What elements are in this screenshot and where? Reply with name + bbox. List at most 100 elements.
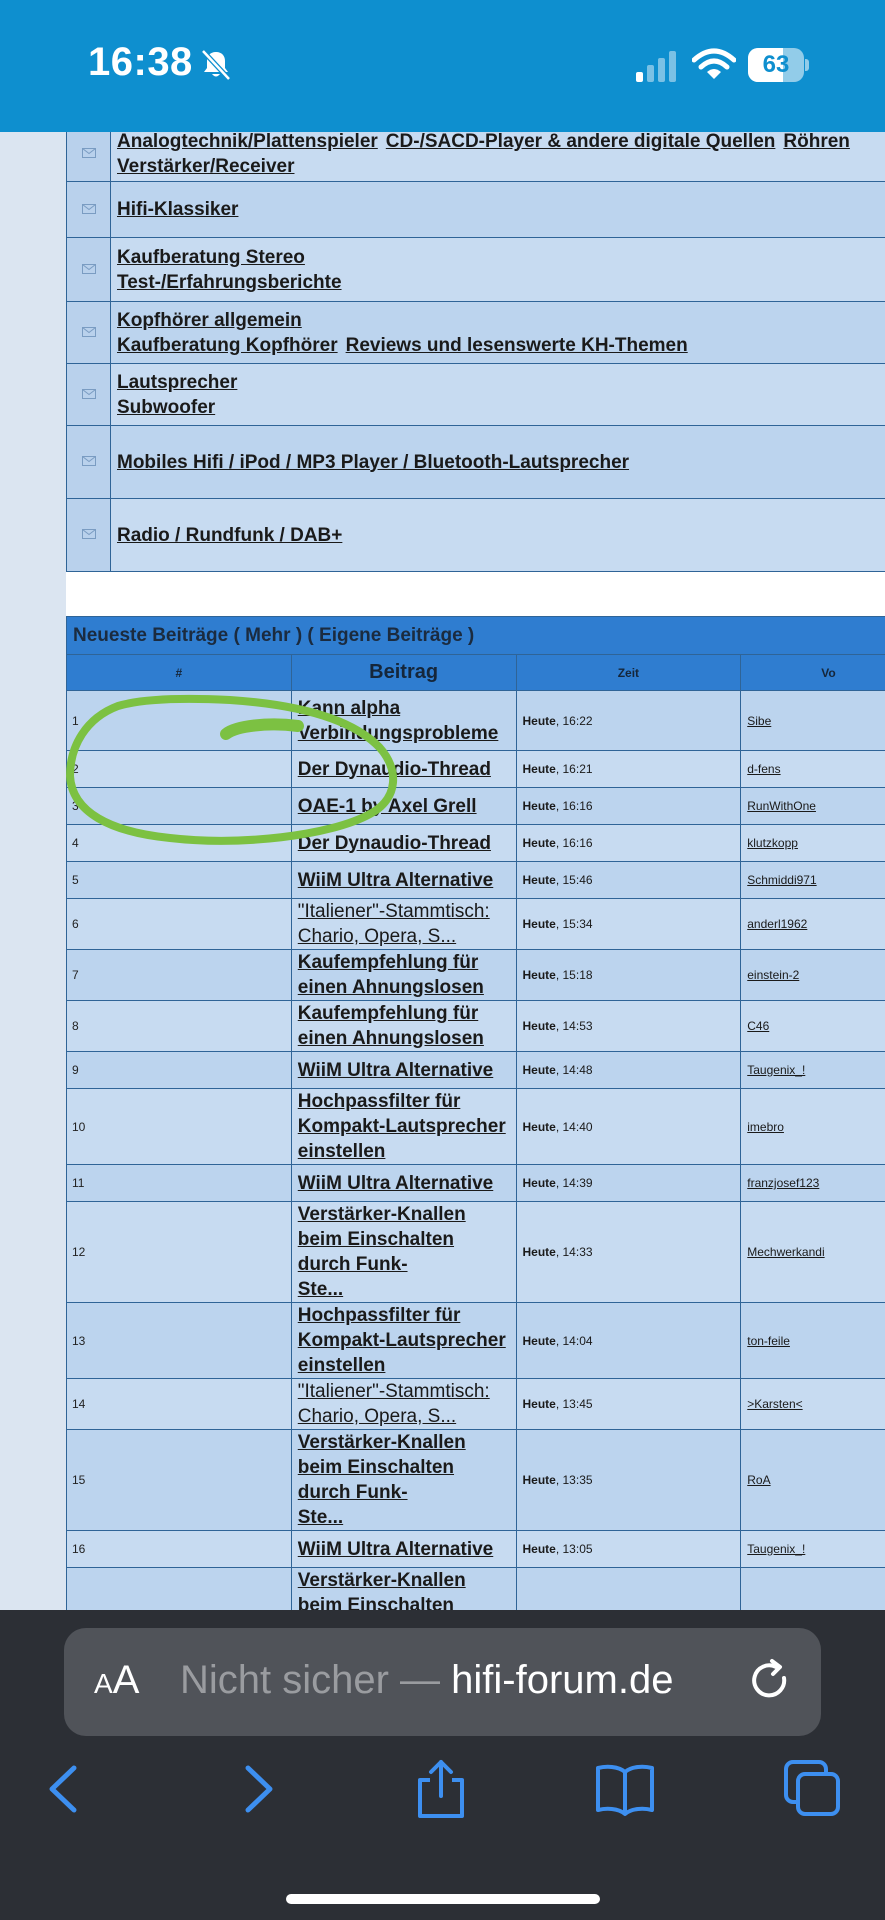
more-link[interactable]: Mehr <box>245 625 290 646</box>
own-posts-link[interactable]: Eigene Beiträge <box>319 625 463 646</box>
post-row: 14 "Italiener"-Stammtisch: Chario, Opera,… <box>66 1378 885 1430</box>
forum-link[interactable]: Mobiles Hifi / iPod / MP3 Player / Bluet… <box>117 452 629 473</box>
post-number: 17 <box>66 1567 292 1610</box>
forum-link[interactable]: Radio / Rundfunk / DAB+ <box>117 525 342 546</box>
latest-posts-table: Neueste Beiträge ( Mehr ) ( Eigene Beitr… <box>66 616 885 1610</box>
post-title-link[interactable]: Verstärker-Knallen beim Einschalten durc… <box>298 1570 466 1610</box>
column-header-post: Beitrag <box>290 654 517 691</box>
signal-icon <box>636 51 676 82</box>
forum-link[interactable]: Hifi-Klassiker <box>117 199 238 220</box>
post-title-link[interactable]: einstellen <box>298 1355 386 1376</box>
author-link[interactable]: Taugenix_! <box>747 1063 805 1077</box>
post-title-link[interactable]: Kann alpha Verbindungsprobleme <box>298 698 499 744</box>
author-link[interactable]: ton-feile <box>747 1334 790 1348</box>
post-number: 11 <box>66 1164 292 1202</box>
forum-link[interactable]: CD-/SACD-Player & andere digitale Quelle… <box>386 132 776 152</box>
web-content[interactable]: Analogtechnik/Plattenspieler CD-/SACD-Pla… <box>66 132 885 1610</box>
author-link[interactable]: d-fens <box>747 762 780 776</box>
author-link[interactable]: C46 <box>747 1019 769 1033</box>
post-number: 9 <box>66 1051 292 1089</box>
author-link[interactable]: einstein-2 <box>747 968 799 982</box>
post-number: 13 <box>66 1302 292 1379</box>
post-author: klutzkopp <box>740 824 885 862</box>
post-title-link[interactable]: WiiM Ultra Alternative <box>298 1060 494 1081</box>
reload-icon[interactable] <box>748 1658 794 1704</box>
bookmarks-icon[interactable] <box>594 1758 656 1820</box>
post-title-link[interactable]: OAE-1 by Axel Grell <box>298 796 477 817</box>
author-link[interactable]: >Karsten< <box>747 1397 802 1411</box>
author-link[interactable]: klutzkopp <box>747 836 798 850</box>
post-title-link[interactable]: Verstärker-Knallen beim Einschalten durc… <box>298 1204 466 1275</box>
post-time: Heute, 13:35 <box>515 1429 742 1531</box>
post-title-link[interactable]: "Italiener"-Stammtisch: Chario, Opera, S… <box>298 1381 490 1427</box>
share-icon[interactable] <box>410 1758 472 1820</box>
post-row: 8 Kaufempfehlung für einen Ahnungslosen He… <box>66 1000 885 1052</box>
address-bar[interactable]: AA Nicht sicher — hifi-forum.de <box>64 1628 821 1736</box>
forum-link[interactable]: Kaufberatung Stereo <box>117 247 305 268</box>
reader-text-size-button[interactable]: AA <box>94 1658 139 1703</box>
author-link[interactable]: RunWithOne <box>747 799 816 813</box>
post-number: 1 <box>66 690 292 751</box>
post-title-link[interactable]: Kaufempfehlung für einen Ahnungslosen <box>298 952 484 998</box>
post-title-link[interactable]: Verstärker-Knallen beim Einschalten durc… <box>298 1432 466 1503</box>
forum-link[interactable]: Subwoofer <box>117 397 215 418</box>
post-time: Heute, 15:46 <box>515 861 742 899</box>
post-number: 2 <box>66 750 292 788</box>
post-author: Taugenix_! <box>740 1051 885 1089</box>
post-title: Verstärker-Knallen beim Einschalten durc… <box>290 1567 517 1610</box>
post-title-link[interactable]: WiiM Ultra Alternative <box>298 1173 494 1194</box>
forum-category-row: Radio / Rundfunk / DAB+ <box>66 498 885 572</box>
forward-icon[interactable] <box>226 1758 288 1820</box>
post-title-link[interactable]: Kaufempfehlung für einen Ahnungslosen <box>298 1003 484 1049</box>
forum-link[interactable]: Reviews und lesenswerte KH-Themen <box>346 335 688 356</box>
forum-link[interactable]: Verstärker/Receiver <box>117 156 294 177</box>
post-title: "Italiener"-Stammtisch: Chario, Opera, S… <box>290 1378 517 1430</box>
author-link[interactable]: RoA <box>747 1473 770 1487</box>
envelope-icon <box>81 456 96 466</box>
post-row: 15 Verstärker-Knallen beim Einschalten du… <box>66 1429 885 1531</box>
post-row: 10 Hochpassfilter für Kompakt-Lautspreche… <box>66 1088 885 1165</box>
post-title-link[interactable]: Ste... <box>298 1507 343 1528</box>
post-title: WiiM Ultra Alternative <box>290 861 517 899</box>
post-row: 1 Kann alpha Verbindungsprobleme Heute, 16… <box>66 690 885 751</box>
post-title-link[interactable]: WiiM Ultra Alternative <box>298 870 494 891</box>
forum-link[interactable]: Kopfhörer allgemein <box>117 310 302 331</box>
post-title: Kaufempfehlung für einen Ahnungslosen <box>290 1000 517 1052</box>
post-time: Heute, 16:16 <box>515 787 742 825</box>
forum-link[interactable]: Analogtechnik/Plattenspieler <box>117 132 378 152</box>
post-title: Der Dynaudio-Thread <box>290 824 517 862</box>
back-icon[interactable] <box>34 1758 96 1820</box>
post-row: 6 "Italiener"-Stammtisch: Chario, Opera, … <box>66 898 885 950</box>
author-link[interactable]: anderl1962 <box>747 917 807 931</box>
post-time: Heute, 14:39 <box>515 1164 742 1202</box>
home-indicator <box>286 1894 600 1904</box>
author-link[interactable]: Mechwerkandi <box>747 1245 824 1259</box>
post-title-link[interactable]: Der Dynaudio-Thread <box>298 833 491 854</box>
post-row: 11 WiiM Ultra Alternative Heute, 14:39 fran… <box>66 1164 885 1202</box>
post-title-link[interactable]: einstellen <box>298 1141 386 1162</box>
forum-link[interactable]: Röhren <box>783 132 850 152</box>
post-title-link[interactable]: WiiM Ultra Alternative <box>298 1539 494 1560</box>
author-link[interactable]: Schmiddi971 <box>747 873 816 887</box>
forum-link[interactable]: Test-/Erfahrungsberichte <box>117 272 342 293</box>
post-title-link[interactable]: "Italiener"-Stammtisch: Chario, Opera, S… <box>298 901 490 947</box>
post-title-link[interactable]: Ste... <box>298 1279 343 1300</box>
tabs-icon[interactable] <box>782 1758 844 1820</box>
author-link[interactable]: franzjosef123 <box>747 1176 819 1190</box>
post-author: franzjosef123 <box>740 1164 885 1202</box>
post-title: "Italiener"-Stammtisch: Chario, Opera, S… <box>290 898 517 950</box>
forum-link[interactable]: Kaufberatung Kopfhörer <box>117 335 338 356</box>
column-header-number: # <box>66 654 292 691</box>
post-title-link[interactable]: Hochpassfilter für Kompakt-Lautsprecher <box>298 1305 506 1351</box>
author-link[interactable]: imebro <box>747 1120 784 1134</box>
forum-link[interactable]: Lautsprecher <box>117 372 237 393</box>
post-number: 3 <box>66 787 292 825</box>
post-title: WiiM Ultra Alternative <box>290 1530 517 1568</box>
author-link[interactable]: Sibe <box>747 714 771 728</box>
forum-category-row: Hifi-Klassiker <box>66 181 885 238</box>
post-author: d-fens <box>740 750 885 788</box>
post-number: 7 <box>66 949 292 1001</box>
author-link[interactable]: Taugenix_! <box>747 1542 805 1556</box>
post-title-link[interactable]: Der Dynaudio-Thread <box>298 759 491 780</box>
post-title-link[interactable]: Hochpassfilter für Kompakt-Lautsprecher <box>298 1091 506 1137</box>
